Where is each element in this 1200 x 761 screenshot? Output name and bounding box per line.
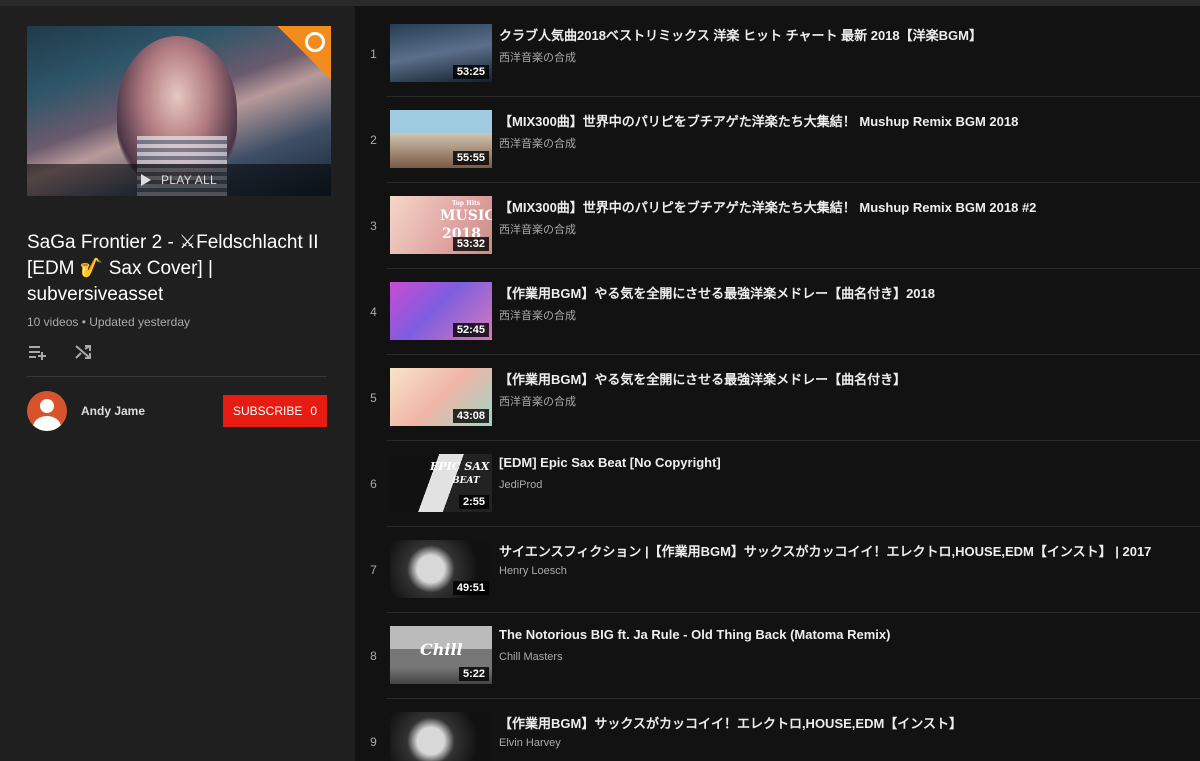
thumbnail-headline: Chill	[420, 640, 463, 659]
video-index: 9	[370, 735, 377, 749]
video-thumbnail[interactable]: 52:45	[390, 282, 492, 340]
playlist-thumbnail[interactable]: PLAY ALL	[27, 26, 331, 196]
video-duration: 52:45	[452, 323, 489, 337]
play-icon	[140, 174, 151, 186]
playlist-videos: 1 53:25 クラブ人気曲2018ベストリミックス 洋楽 ヒット チャート 最…	[355, 6, 1200, 761]
owner-name[interactable]: Andy Jame	[81, 404, 223, 418]
video-title[interactable]: 【MIX300曲】世界中のパリピをブチアゲた洋楽たち大集結！ Mushup Re…	[499, 111, 1194, 130]
video-index: 3	[370, 219, 377, 233]
video-index: 1	[370, 47, 377, 61]
video-title[interactable]: 【MIX300曲】世界中のパリピをブチアゲた洋楽たち大集結！ Mushup Re…	[499, 197, 1194, 216]
video-duration: 53:25	[452, 65, 489, 79]
video-title[interactable]: 【作業用BGM】やる気を全開にさせる最強洋楽メドレー【曲名付き】	[499, 369, 1194, 388]
badge-logo-icon	[305, 32, 325, 52]
video-duration: 55:55	[452, 151, 489, 165]
video-index: 6	[370, 477, 377, 491]
channel-badge	[277, 26, 331, 80]
play-all-label: PLAY ALL	[160, 173, 217, 187]
video-channel[interactable]: 西洋音楽の合成	[499, 49, 576, 65]
shuffle-icon[interactable]	[73, 342, 93, 362]
updated-text: Updated yesterday	[89, 315, 190, 329]
video-row[interactable]: 8 Chill 5:22 The Notorious BIG ft. Ja Ru…	[355, 613, 1200, 699]
video-channel[interactable]: 西洋音楽の合成	[499, 135, 576, 151]
video-row[interactable]: 7 49:51 サイエンスフィクション |【作業用BGM】サックスがカッコイイ！…	[355, 527, 1200, 613]
video-row[interactable]: 9 【作業用BGM】サックスがカッコイイ！エレクトロ,HOUSE,EDM【インス…	[355, 699, 1200, 761]
thumbnail-tag: Top Hits	[452, 200, 481, 207]
thumbnail-headline: EPIC SAX	[430, 460, 490, 473]
video-thumbnail[interactable]: 43:08	[390, 368, 492, 426]
play-all-button[interactable]: PLAY ALL	[27, 164, 331, 196]
owner-avatar[interactable]	[27, 391, 67, 431]
video-index: 7	[370, 563, 377, 577]
playlist-sidebar: PLAY ALL SaGa Frontier 2 - ⚔Feldschlacht…	[0, 6, 355, 761]
video-row[interactable]: 1 53:25 クラブ人気曲2018ベストリミックス 洋楽 ヒット チャート 最…	[355, 11, 1200, 97]
playlist-owner: Andy Jame SUBSCRIBE 0	[27, 390, 327, 432]
video-thumbnail[interactable]: 53:25	[390, 24, 492, 82]
sidebar-divider	[27, 376, 327, 377]
video-title[interactable]: [EDM] Epic Sax Beat [No Copyright]	[499, 455, 1194, 470]
video-title[interactable]: The Notorious BIG ft. Ja Rule - Old Thin…	[499, 627, 1194, 642]
video-duration: 43:08	[452, 409, 489, 423]
video-duration: 5:22	[458, 667, 489, 681]
video-thumbnail[interactable]: EPIC SAX BEAT 2:55	[390, 454, 492, 512]
playlist-actions	[27, 342, 93, 362]
video-index: 4	[370, 305, 377, 319]
video-index: 5	[370, 391, 377, 405]
subscribe-label: SUBSCRIBE	[232, 404, 303, 418]
video-title[interactable]: 【作業用BGM】やる気を全開にさせる最強洋楽メドレー【曲名付き】2018	[499, 283, 1194, 302]
video-row[interactable]: 3 Top Hits MUSIC 2018 53:32 【MIX300曲】世界中…	[355, 183, 1200, 269]
video-channel[interactable]: 西洋音楽の合成	[499, 221, 576, 237]
avatar-head-shape	[40, 399, 54, 413]
video-duration: 49:51	[452, 581, 489, 595]
video-count: 10 videos	[27, 315, 79, 329]
video-channel[interactable]: 西洋音楽の合成	[499, 307, 576, 323]
video-index: 8	[370, 649, 377, 663]
video-thumbnail[interactable]: 49:51	[390, 540, 492, 598]
video-title[interactable]: 【作業用BGM】サックスがカッコイイ！エレクトロ,HOUSE,EDM【インスト】	[499, 713, 1194, 732]
video-title[interactable]: サイエンスフィクション |【作業用BGM】サックスがカッコイイ！エレクトロ,HO…	[499, 541, 1194, 560]
video-title[interactable]: クラブ人気曲2018ベストリミックス 洋楽 ヒット チャート 最新 2018【洋…	[499, 25, 1194, 44]
add-to-queue-icon[interactable]	[27, 342, 47, 362]
video-duration: 53:32	[452, 237, 489, 251]
video-channel[interactable]: 西洋音楽の合成	[499, 393, 576, 409]
video-channel[interactable]: Elvin Harvey	[499, 737, 561, 749]
video-duration: 2:55	[458, 495, 489, 509]
video-row[interactable]: 5 43:08 【作業用BGM】やる気を全開にさせる最強洋楽メドレー【曲名付き】…	[355, 355, 1200, 441]
playlist-title[interactable]: SaGa Frontier 2 - ⚔Feldschlacht II [EDM …	[27, 230, 327, 308]
thumbnail-headline: MUSIC	[440, 208, 492, 224]
video-row[interactable]: 4 52:45 【作業用BGM】やる気を全開にさせる最強洋楽メドレー【曲名付き】…	[355, 269, 1200, 355]
video-channel[interactable]: Chill Masters	[499, 651, 563, 663]
video-thumbnail[interactable]: Top Hits MUSIC 2018 53:32	[390, 196, 492, 254]
video-index: 2	[370, 133, 377, 147]
avatar-body-shape	[33, 416, 61, 431]
thumbnail-subline: BEAT	[452, 476, 480, 486]
video-channel[interactable]: Henry Loesch	[499, 565, 567, 577]
playlist-stats: 10 videos • Updated yesterday	[27, 315, 190, 329]
video-row[interactable]: 2 55:55 【MIX300曲】世界中のパリピをブチアゲた洋楽たち大集結！ M…	[355, 97, 1200, 183]
subscribe-button[interactable]: SUBSCRIBE 0	[223, 395, 327, 427]
video-thumbnail[interactable]	[390, 712, 492, 761]
video-thumbnail[interactable]: 55:55	[390, 110, 492, 168]
video-thumbnail[interactable]: Chill 5:22	[390, 626, 492, 684]
video-row[interactable]: 6 EPIC SAX BEAT 2:55 [EDM] Epic Sax Beat…	[355, 441, 1200, 527]
subscriber-count: 0	[310, 404, 318, 418]
video-channel[interactable]: JediProd	[499, 479, 542, 491]
